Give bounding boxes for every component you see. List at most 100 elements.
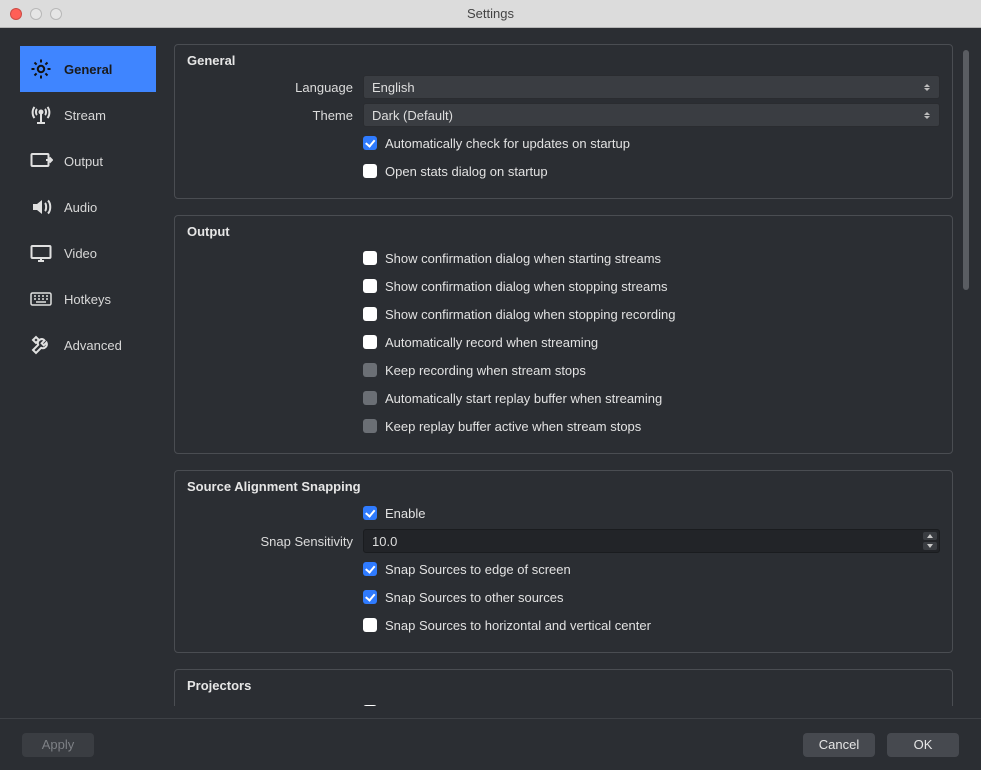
dialog-button-bar: Apply Cancel OK bbox=[0, 718, 981, 770]
checkbox-icon bbox=[363, 164, 377, 178]
chevron-updown-icon bbox=[921, 107, 933, 123]
sidebar-item-label: Audio bbox=[64, 200, 97, 215]
checkbox-label: Snap Sources to edge of screen bbox=[385, 562, 571, 577]
checkbox-icon bbox=[363, 618, 377, 632]
confirm-stop-recording-checkbox[interactable]: Show confirmation dialog when stopping r… bbox=[363, 303, 676, 325]
sidebar-item-output[interactable]: Output bbox=[20, 138, 156, 184]
cancel-button[interactable]: Cancel bbox=[803, 733, 875, 757]
hide-cursor-checkbox[interactable]: Hide cursor over projectors bbox=[363, 701, 541, 706]
checkbox-icon bbox=[363, 363, 377, 377]
minimize-window-button[interactable] bbox=[30, 8, 42, 20]
broadcast-icon bbox=[28, 102, 54, 128]
checkbox-label: Open stats dialog on startup bbox=[385, 164, 548, 179]
checkbox-icon bbox=[363, 335, 377, 349]
keep-replay-buffer-checkbox[interactable]: Keep replay buffer active when stream st… bbox=[363, 415, 641, 437]
group-title: Output bbox=[187, 224, 940, 239]
confirm-stop-stream-checkbox[interactable]: Show confirmation dialog when stopping s… bbox=[363, 275, 668, 297]
sidebar-item-label: Hotkeys bbox=[64, 292, 111, 307]
checkbox-label: Show confirmation dialog when stopping r… bbox=[385, 307, 676, 322]
keep-recording-checkbox[interactable]: Keep recording when stream stops bbox=[363, 359, 586, 381]
checkbox-icon bbox=[363, 279, 377, 293]
checkbox-label: Keep replay buffer active when stream st… bbox=[385, 419, 641, 434]
sidebar-item-label: Video bbox=[64, 246, 97, 261]
checkbox-icon bbox=[363, 562, 377, 576]
group-title: Projectors bbox=[187, 678, 940, 693]
checkbox-label: Snap Sources to horizontal and vertical … bbox=[385, 618, 651, 633]
button-label: OK bbox=[914, 737, 933, 752]
auto-record-checkbox[interactable]: Automatically record when streaming bbox=[363, 331, 598, 353]
sidebar-item-advanced[interactable]: Advanced bbox=[20, 322, 156, 368]
language-value: English bbox=[372, 80, 415, 95]
settings-content: General Language English Theme Dark (D bbox=[174, 44, 953, 706]
language-label: Language bbox=[187, 80, 363, 95]
gear-icon bbox=[28, 56, 54, 82]
group-title: General bbox=[187, 53, 940, 68]
checkbox-icon bbox=[363, 419, 377, 433]
snap-sensitivity-input[interactable]: 10.0 bbox=[363, 529, 940, 553]
step-down-button[interactable] bbox=[923, 542, 937, 550]
theme-select[interactable]: Dark (Default) bbox=[363, 103, 940, 127]
checkbox-icon bbox=[363, 391, 377, 405]
group-title: Source Alignment Snapping bbox=[187, 479, 940, 494]
confirm-start-stream-checkbox[interactable]: Show confirmation dialog when starting s… bbox=[363, 247, 661, 269]
ok-button[interactable]: OK bbox=[887, 733, 959, 757]
step-up-button[interactable] bbox=[923, 532, 937, 540]
keyboard-icon bbox=[28, 286, 54, 312]
checkbox-icon bbox=[363, 251, 377, 265]
sidebar-item-label: Advanced bbox=[64, 338, 122, 353]
audio-icon bbox=[28, 194, 54, 220]
snap-enable-checkbox[interactable]: Enable bbox=[363, 502, 425, 524]
snap-center-checkbox[interactable]: Snap Sources to horizontal and vertical … bbox=[363, 614, 651, 636]
checkbox-icon bbox=[363, 136, 377, 150]
language-select[interactable]: English bbox=[363, 75, 940, 99]
snap-edge-checkbox[interactable]: Snap Sources to edge of screen bbox=[363, 558, 571, 580]
settings-sidebar: General Stream Output Audio Video bbox=[0, 28, 156, 718]
group-snapping: Source Alignment Snapping Enable Snap Se… bbox=[174, 470, 953, 653]
maximize-window-button[interactable] bbox=[50, 8, 62, 20]
content-scrollbar[interactable] bbox=[963, 50, 969, 698]
checkbox-icon bbox=[363, 705, 377, 706]
video-icon bbox=[28, 240, 54, 266]
checkbox-label: Snap Sources to other sources bbox=[385, 590, 564, 605]
theme-value: Dark (Default) bbox=[372, 108, 453, 123]
sidebar-item-general[interactable]: General bbox=[20, 46, 156, 92]
sidebar-item-audio[interactable]: Audio bbox=[20, 184, 156, 230]
apply-button[interactable]: Apply bbox=[22, 733, 94, 757]
checkbox-icon bbox=[363, 506, 377, 520]
checkbox-label: Show confirmation dialog when starting s… bbox=[385, 251, 661, 266]
button-label: Apply bbox=[42, 737, 75, 752]
checkbox-label: Enable bbox=[385, 506, 425, 521]
group-general: General Language English Theme Dark (D bbox=[174, 44, 953, 199]
checkbox-label: Automatically record when streaming bbox=[385, 335, 598, 350]
group-projectors: Projectors Hide cursor over projectors M… bbox=[174, 669, 953, 706]
checkbox-label: Hide cursor over projectors bbox=[385, 705, 541, 707]
output-icon bbox=[28, 148, 54, 174]
sidebar-item-label: Stream bbox=[64, 108, 106, 123]
scrollbar-thumb[interactable] bbox=[963, 50, 969, 290]
open-stats-checkbox[interactable]: Open stats dialog on startup bbox=[363, 160, 548, 182]
snap-other-checkbox[interactable]: Snap Sources to other sources bbox=[363, 586, 564, 608]
checkbox-label: Show confirmation dialog when stopping s… bbox=[385, 279, 668, 294]
checkbox-label: Keep recording when stream stops bbox=[385, 363, 586, 378]
sidebar-item-label: General bbox=[64, 62, 112, 77]
checkbox-icon bbox=[363, 307, 377, 321]
window-title: Settings bbox=[0, 6, 981, 21]
auto-replay-buffer-checkbox[interactable]: Automatically start replay buffer when s… bbox=[363, 387, 662, 409]
checkbox-label: Automatically check for updates on start… bbox=[385, 136, 630, 151]
button-label: Cancel bbox=[819, 737, 859, 752]
snap-sensitivity-label: Snap Sensitivity bbox=[187, 534, 363, 549]
auto-update-checkbox[interactable]: Automatically check for updates on start… bbox=[363, 132, 630, 154]
sidebar-item-hotkeys[interactable]: Hotkeys bbox=[20, 276, 156, 322]
tools-icon bbox=[28, 332, 54, 358]
checkbox-icon bbox=[363, 590, 377, 604]
sidebar-item-label: Output bbox=[64, 154, 103, 169]
checkbox-label: Automatically start replay buffer when s… bbox=[385, 391, 662, 406]
theme-label: Theme bbox=[187, 108, 363, 123]
group-output: Output Show confirmation dialog when sta… bbox=[174, 215, 953, 454]
close-window-button[interactable] bbox=[10, 8, 22, 20]
sidebar-item-video[interactable]: Video bbox=[20, 230, 156, 276]
chevron-updown-icon bbox=[921, 79, 933, 95]
title-bar: Settings bbox=[0, 0, 981, 28]
sidebar-item-stream[interactable]: Stream bbox=[20, 92, 156, 138]
snap-sensitivity-value: 10.0 bbox=[372, 534, 397, 549]
